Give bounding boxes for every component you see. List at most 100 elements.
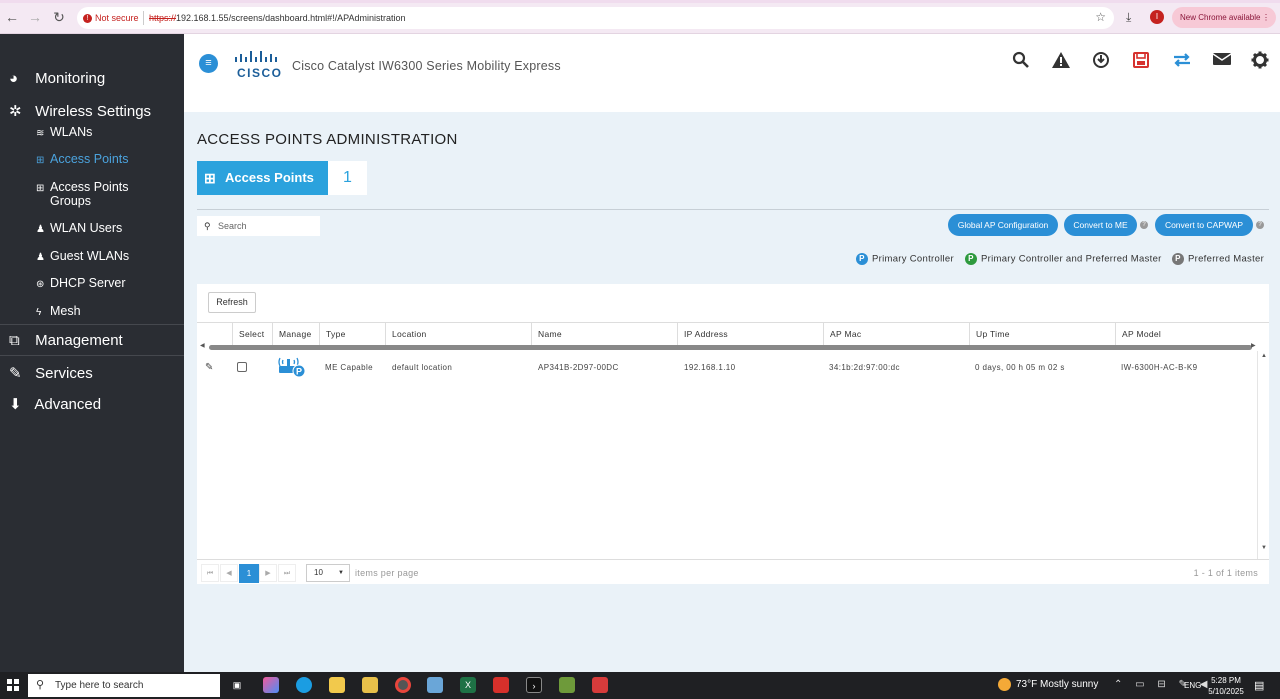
task-view-icon[interactable]: ▣ (229, 677, 245, 693)
cell-type: ME Capable (325, 363, 374, 372)
weather-widget[interactable]: 73°F Mostly sunny (998, 678, 1098, 691)
divider (197, 209, 1269, 210)
exchange-icon[interactable] (1171, 51, 1193, 73)
page-1-button[interactable]: 1 (239, 564, 259, 583)
downloads-icon[interactable]: ⤓ (1126, 10, 1131, 25)
convert-to-me-button[interactable]: Convert to ME (1064, 214, 1137, 236)
save-icon[interactable] (1130, 51, 1152, 73)
mail-icon[interactable] (1211, 51, 1233, 73)
sidebar-item-dhcp-server[interactable]: ⊛ DHCP Server (36, 276, 125, 290)
column-header-name[interactable]: Name (531, 323, 677, 345)
alert-icon[interactable] (1050, 51, 1072, 73)
cisco-logo: CISCO (234, 50, 284, 80)
windows-start-icon[interactable] (7, 679, 19, 691)
sidebar-item-services[interactable]: ✎ Services (9, 364, 93, 382)
prev-page-icon[interactable]: ◀ (220, 564, 238, 582)
sidebar-item-access-points-groups[interactable]: ⊞ Access Points Groups (36, 180, 150, 208)
last-page-icon[interactable]: ⏭ (278, 564, 296, 582)
back-icon[interactable]: ← (4, 9, 20, 25)
scroll-down-icon[interactable]: ▼ (1261, 545, 1267, 551)
first-page-icon[interactable]: ⏮ (201, 564, 219, 582)
not-secure-badge[interactable]: ! Not secure (83, 11, 139, 25)
legend-primary-controller: P Primary Controller (856, 253, 954, 265)
legend-label: Primary Controller and Preferred Master (981, 253, 1162, 265)
sidebar-item-wireless-settings[interactable]: ✲ Wireless Settings (9, 102, 151, 120)
access-point-primary-icon[interactable]: P (277, 356, 307, 378)
download-circle-icon[interactable] (1090, 51, 1112, 73)
settings-gear-icon[interactable] (1249, 51, 1271, 73)
access-points-tile[interactable]: ⊞ Access Points (197, 161, 328, 195)
search-placeholder: Search (218, 221, 247, 231)
chrome-icon[interactable] (395, 677, 411, 693)
file-explorer-icon[interactable] (329, 677, 345, 693)
sidebar-item-access-points[interactable]: ⊞ Access Points (36, 152, 129, 166)
refresh-button[interactable]: Refresh (208, 292, 256, 313)
terminal-icon[interactable]: › (526, 677, 542, 693)
next-page-icon[interactable]: ▶ (259, 564, 277, 582)
sidebar-item-advanced[interactable]: ⬇ Advanced (9, 395, 101, 413)
horizontal-scrollbar[interactable] (209, 345, 1252, 350)
edit-icon[interactable]: ✎ (205, 362, 213, 373)
browser-toolbar: ← → ↻ ! Not secure https://192.168.1.55/s… (0, 0, 1280, 34)
column-header-type[interactable]: Type (319, 323, 385, 345)
page-size-select[interactable]: 10 ▼ (306, 564, 350, 582)
search-input[interactable]: ⚲ Search (197, 216, 320, 236)
address-bar[interactable]: ! Not secure https://192.168.1.55/screens… (77, 7, 1114, 29)
language-indicator[interactable]: ENG (1184, 681, 1201, 690)
select-checkbox[interactable] (237, 362, 247, 372)
main-content: ACCESS POINTS ADMINISTRATION ⊞ Access Poi… (184, 112, 1280, 672)
sidebar-item-monitoring[interactable]: ◕ Monitoring (9, 70, 105, 87)
cell-name: AP341B-2D97-00DC (538, 363, 619, 372)
sidebar-item-label: Management (35, 332, 123, 349)
copilot-icon[interactable] (263, 677, 279, 693)
forward-icon[interactable]: → (27, 9, 43, 25)
clock-date: 5/10/2025 (1208, 687, 1244, 696)
access-point-icon: ⊞ (36, 183, 45, 194)
app-icon[interactable] (592, 677, 608, 693)
search-icon[interactable] (1010, 51, 1032, 73)
sidebar-item-label: WLANs (50, 125, 93, 139)
kebab-menu-icon[interactable]: ⋮ (1262, 7, 1270, 28)
app-icon[interactable] (559, 677, 575, 693)
sitemap-icon: ⧉ (9, 332, 20, 349)
table-row[interactable]: ✎ P ME Capable default location AP341B-2… (197, 356, 1257, 379)
tab-strip (0, 0, 1280, 3)
column-header-ap-model[interactable]: AP Model (1115, 323, 1257, 345)
cisco-wordmark: CISCO (237, 66, 283, 80)
column-header-ip-address[interactable]: IP Address (677, 323, 823, 345)
url-text[interactable]: https://192.168.1.55/screens/dashboard.h… (149, 11, 406, 25)
taskbar-search-input[interactable]: ⚲ Type here to search (28, 674, 220, 697)
sidebar-item-management[interactable]: ⧉ Management (9, 332, 123, 349)
column-header-location[interactable]: Location (385, 323, 531, 345)
scroll-up-icon[interactable]: ▲ (1261, 353, 1267, 359)
edge-icon[interactable] (296, 677, 312, 693)
bookmark-star-icon[interactable]: ☆ (1095, 10, 1106, 24)
help-icon[interactable]: ? (1256, 221, 1264, 229)
column-header-up-time[interactable]: Up Time (969, 323, 1115, 345)
update-chrome-button[interactable]: New Chrome available ⋮ (1172, 7, 1276, 28)
app-icon[interactable] (362, 677, 378, 693)
convert-to-capwap-button[interactable]: Convert to CAPWAP (1155, 214, 1253, 236)
profile-avatar[interactable]: I (1150, 10, 1164, 24)
scroll-left-icon[interactable]: ◀ (200, 342, 205, 349)
sidebar: ◕ Monitoring ✲ Wireless Settings ≋ WLANs … (0, 34, 184, 672)
global-ap-configuration-button[interactable]: Global AP Configuration (948, 214, 1058, 236)
search-icon: ⚲ (204, 221, 211, 231)
sidebar-item-wlan-users[interactable]: ♟ WLAN Users (36, 221, 122, 235)
sidebar-item-mesh[interactable]: ϟ Mesh (36, 304, 81, 318)
excel-icon[interactable]: X (460, 677, 476, 693)
clock[interactable]: 5:28 PM 5/10/2025 (1205, 675, 1247, 697)
help-icon[interactable]: ? (1140, 221, 1148, 229)
column-header-select[interactable]: Select (232, 323, 272, 345)
reload-icon[interactable]: ↻ (51, 9, 67, 25)
menu-toggle-icon[interactable]: ≡ (199, 54, 218, 73)
notifications-icon[interactable]: ▤ (1254, 679, 1264, 692)
vertical-scrollbar[interactable] (1257, 351, 1258, 559)
sidebar-item-guest-wlans[interactable]: ♟ Guest WLANs (36, 249, 129, 263)
notepad-icon[interactable] (427, 677, 443, 693)
scroll-right-icon[interactable]: ▶ (1251, 342, 1256, 349)
column-header-ap-mac[interactable]: AP Mac (823, 323, 969, 345)
sidebar-item-wlans[interactable]: ≋ WLANs (36, 125, 92, 139)
acrobat-icon[interactable] (493, 677, 509, 693)
column-header-manage[interactable]: Manage (272, 323, 319, 345)
